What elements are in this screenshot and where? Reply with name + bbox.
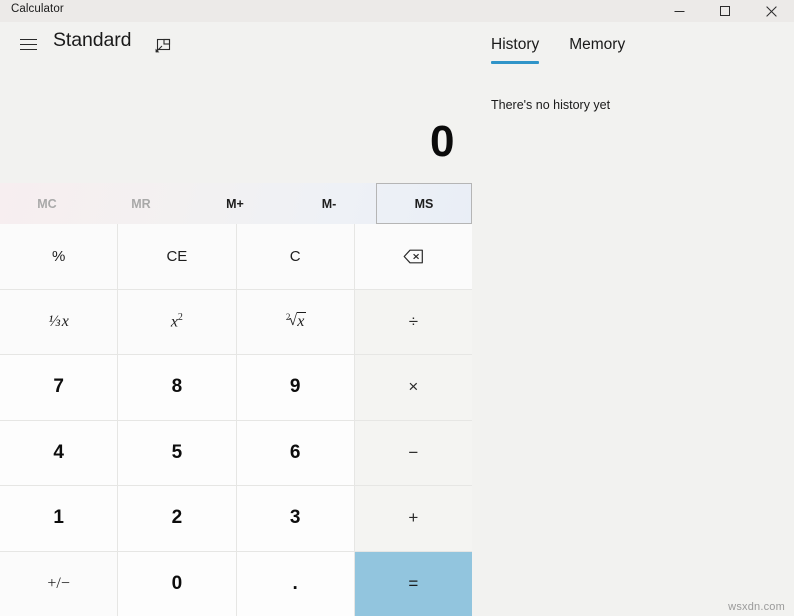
page-title: Standard	[53, 29, 132, 51]
clear-entry-button[interactable]: CE	[118, 224, 236, 289]
backspace-icon	[403, 249, 423, 264]
memory-recall-button[interactable]: MR	[94, 183, 188, 224]
app-header: Standard	[0, 22, 470, 67]
four-button[interactable]: 4	[0, 420, 118, 485]
square-label: x2	[170, 312, 183, 331]
memory-add-button[interactable]: M+	[188, 183, 282, 224]
square-root-label: 2 √ x	[285, 312, 307, 331]
three-button[interactable]: 3	[236, 486, 354, 551]
title-bar: Calculator	[0, 0, 794, 22]
maximize-button[interactable]	[702, 0, 748, 22]
decimal-point-button[interactable]: .	[236, 551, 354, 616]
add-button[interactable]: +	[354, 486, 472, 551]
eight-button[interactable]: 8	[118, 355, 236, 420]
reciprocal-button[interactable]: ⅓ x	[0, 289, 118, 354]
keep-on-top-icon	[155, 38, 171, 52]
memory-store-button[interactable]: MS	[376, 183, 472, 224]
one-button[interactable]: 1	[0, 486, 118, 551]
hamburger-menu-icon[interactable]	[8, 28, 48, 61]
side-panel: History Memory There's no history yet	[472, 22, 794, 616]
tab-memory[interactable]: Memory	[569, 36, 625, 64]
backspace-button[interactable]	[354, 224, 472, 289]
six-button[interactable]: 6	[236, 420, 354, 485]
subtract-button[interactable]: −	[354, 420, 472, 485]
history-empty-message: There's no history yet	[491, 98, 611, 112]
seven-button[interactable]: 7	[0, 355, 118, 420]
minimize-icon	[674, 10, 684, 12]
calculator-window: Calculator Standard 0 MC MR M+ M- MS % C…	[0, 0, 794, 616]
tab-history[interactable]: History	[491, 36, 540, 64]
side-panel-tabs: History Memory	[491, 36, 625, 64]
multiply-button[interactable]: ×	[354, 355, 472, 420]
reciprocal-label: ⅓ x	[48, 312, 69, 330]
memory-subtract-button[interactable]: M-	[282, 183, 376, 224]
keep-on-top-button[interactable]	[150, 33, 176, 57]
square-button[interactable]: x2	[118, 289, 236, 354]
zero-button[interactable]: 0	[118, 551, 236, 616]
window-title: Calculator	[11, 3, 64, 15]
close-icon	[765, 5, 777, 17]
plus-minus-label: +/−	[47, 574, 70, 592]
plus-minus-button[interactable]: +/−	[0, 551, 118, 616]
watermark: wsxdn.com	[728, 601, 785, 613]
close-button[interactable]	[748, 0, 794, 22]
minimize-button[interactable]	[656, 0, 702, 22]
maximize-icon	[719, 5, 730, 16]
keypad: % CE C ⅓ x x2 2 √ x ÷ 7 8 9 × 4 5 6 − 1 …	[0, 224, 472, 616]
memory-clear-button[interactable]: MC	[0, 183, 94, 224]
calculator-display[interactable]: 0	[0, 70, 472, 178]
divide-button[interactable]: ÷	[354, 289, 472, 354]
two-button[interactable]: 2	[118, 486, 236, 551]
window-controls	[656, 0, 794, 22]
five-button[interactable]: 5	[118, 420, 236, 485]
square-root-button[interactable]: 2 √ x	[236, 289, 354, 354]
equals-button[interactable]: =	[354, 551, 472, 616]
display-value: 0	[430, 117, 454, 166]
clear-button[interactable]: C	[236, 224, 354, 289]
nine-button[interactable]: 9	[236, 355, 354, 420]
memory-button-row: MC MR M+ M- MS	[0, 183, 472, 224]
percent-button[interactable]: %	[0, 224, 118, 289]
